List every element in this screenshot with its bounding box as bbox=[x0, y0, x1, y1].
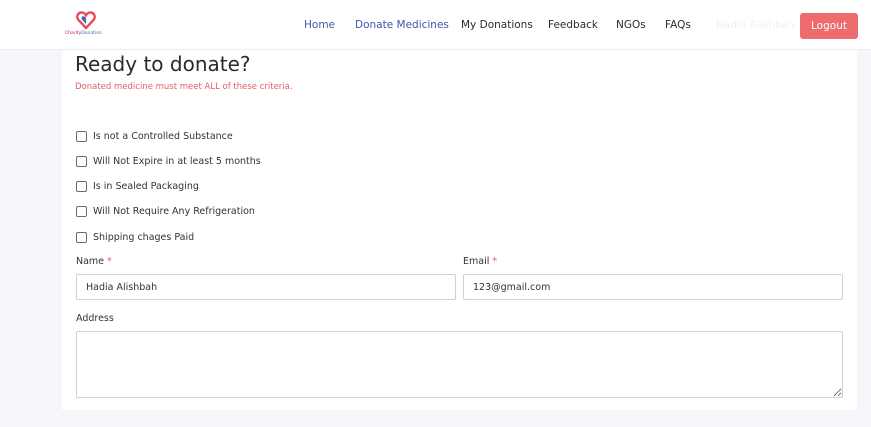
nav-home[interactable]: Home bbox=[304, 19, 335, 31]
page-title: Ready to donate? bbox=[75, 52, 251, 76]
criteria-item[interactable]: Shipping chages Paid bbox=[76, 230, 194, 244]
required-mark: * bbox=[107, 256, 112, 267]
criteria-label: Is not a Controlled Substance bbox=[93, 130, 233, 142]
criteria-item[interactable]: Will Not Expire in at least 5 months bbox=[76, 154, 261, 168]
nav-feedback[interactable]: Feedback bbox=[548, 19, 598, 31]
brand-name: CharityDonation bbox=[65, 31, 102, 36]
criteria-item[interactable]: Is not a Controlled Substance bbox=[76, 129, 233, 143]
address-label: Address bbox=[76, 313, 114, 324]
user-name: Hadia Alishbah bbox=[716, 19, 795, 31]
criteria-item[interactable]: Will Not Require Any Refrigeration bbox=[76, 204, 255, 218]
navbar: CharityDonation Home Donate Medicines My… bbox=[0, 0, 871, 50]
brand-logo[interactable]: CharityDonation bbox=[62, 10, 112, 40]
criteria-checkbox[interactable] bbox=[76, 155, 87, 167]
criteria-checkbox[interactable] bbox=[76, 130, 87, 142]
criteria-subtitle: Donated medicine must meet ALL of these … bbox=[75, 82, 293, 92]
name-label: Name * bbox=[76, 256, 112, 267]
nav-ngos[interactable]: NGOs bbox=[616, 19, 646, 31]
email-field[interactable] bbox=[463, 274, 843, 300]
name-field[interactable] bbox=[76, 274, 456, 300]
email-label: Email * bbox=[463, 256, 498, 267]
address-field[interactable] bbox=[76, 331, 843, 398]
criteria-label: Shipping chages Paid bbox=[93, 231, 195, 243]
nav-faqs[interactable]: FAQs bbox=[665, 19, 691, 31]
required-mark: * bbox=[492, 256, 498, 267]
criteria-label: Is in Sealed Packaging bbox=[93, 180, 199, 192]
criteria-checkbox[interactable] bbox=[76, 205, 87, 217]
criteria-checkbox[interactable] bbox=[76, 231, 87, 243]
nav-my-donations[interactable]: My Donations bbox=[461, 19, 533, 31]
criteria-checkbox[interactable] bbox=[76, 180, 87, 192]
heart-logo-icon bbox=[76, 11, 96, 30]
criteria-item[interactable]: Is in Sealed Packaging bbox=[76, 179, 199, 193]
criteria-label: Will Not Require Any Refrigeration bbox=[93, 205, 255, 217]
logout-button[interactable]: Logout bbox=[800, 13, 858, 39]
criteria-label: Will Not Expire in at least 5 months bbox=[93, 155, 261, 167]
nav-donate-medicines[interactable]: Donate Medicines bbox=[355, 19, 449, 31]
